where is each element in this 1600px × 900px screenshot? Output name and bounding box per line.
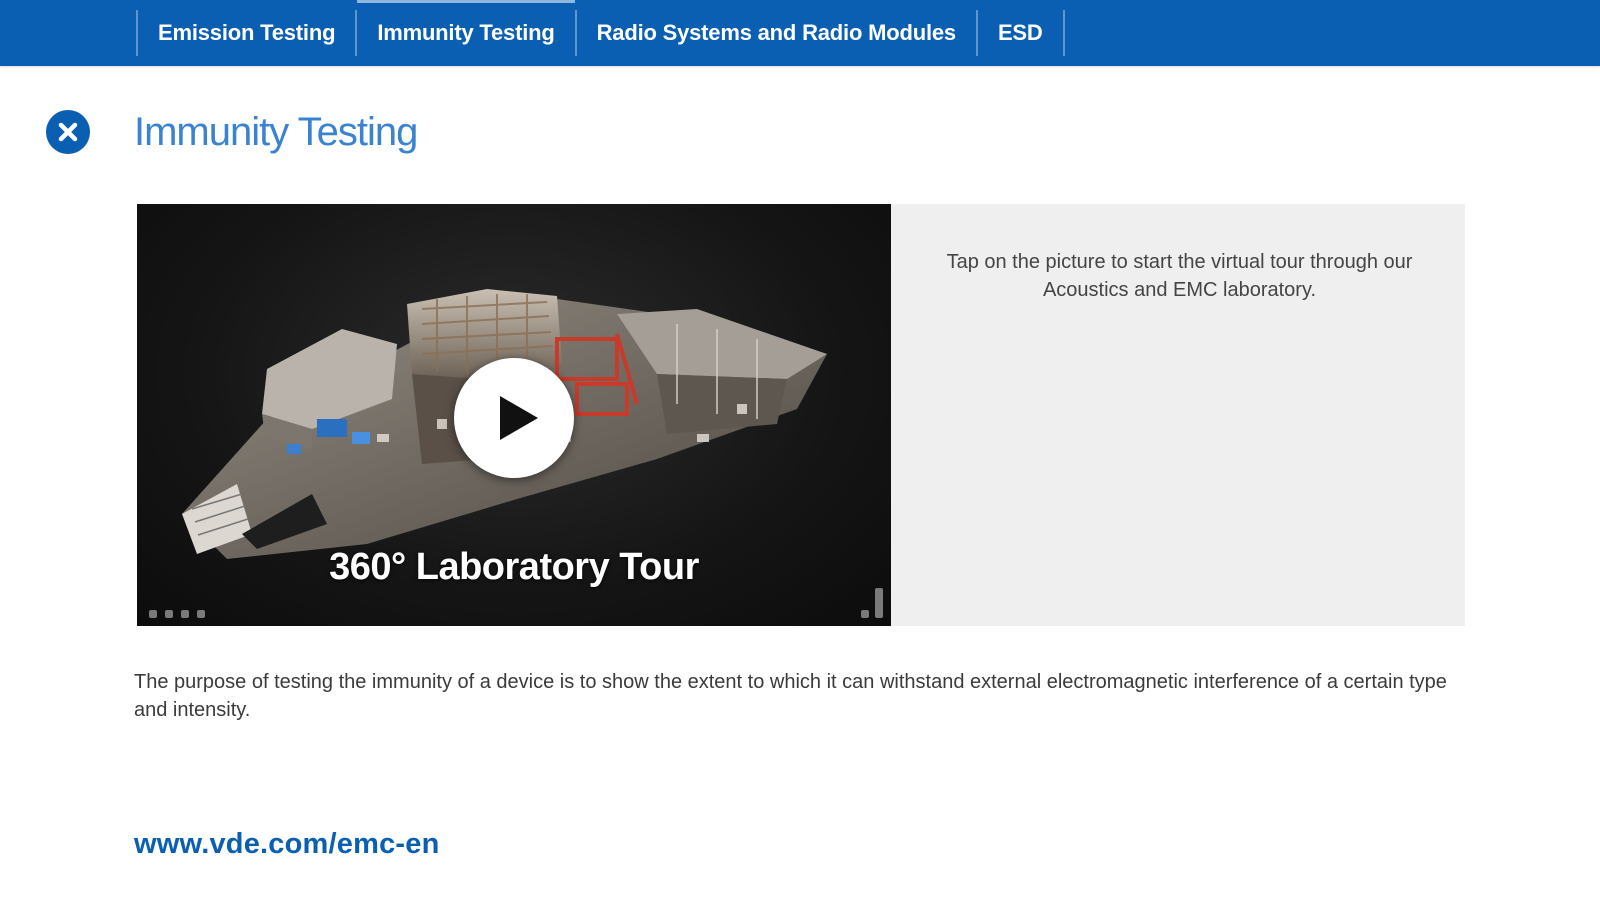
play-icon	[500, 396, 538, 440]
share-icon	[861, 610, 869, 618]
virtual-tour-video[interactable]: 360° Laboratory Tour	[137, 204, 891, 626]
description-text: The purpose of testing the immunity of a…	[134, 671, 1447, 721]
website-link[interactable]: www.vde.com/emc-en	[134, 828, 440, 861]
tab-emission-testing[interactable]: Emission Testing	[136, 10, 358, 56]
brand-watermark	[875, 588, 883, 618]
top-navigation-bar: Emission Testing Immunity Testing Radio …	[0, 0, 1600, 66]
nav-tabs: Emission Testing Immunity Testing Radio …	[136, 0, 1065, 56]
video-toolbar-right	[861, 588, 883, 618]
tab-esd[interactable]: ESD	[978, 10, 1065, 56]
video-title: 360° Laboratory Tour	[329, 546, 699, 588]
media-panel: 360° Laboratory Tour Tap on the picture …	[137, 204, 1465, 626]
close-x-icon	[58, 122, 78, 142]
toolbar-dot-icon	[149, 610, 157, 618]
tab-immunity-testing[interactable]: Immunity Testing	[357, 0, 577, 56]
close-button[interactable]	[46, 110, 90, 154]
toolbar-dot-icon	[181, 610, 189, 618]
toolbar-dot-icon	[197, 610, 205, 618]
tab-radio-systems[interactable]: Radio Systems and Radio Modules	[577, 10, 978, 56]
play-button[interactable]	[454, 358, 574, 478]
tour-hint-text: Tap on the picture to start the virtual …	[946, 251, 1413, 301]
toolbar-dot-icon	[165, 610, 173, 618]
page-title: Immunity Testing	[134, 110, 418, 154]
video-toolbar-left	[149, 610, 205, 618]
